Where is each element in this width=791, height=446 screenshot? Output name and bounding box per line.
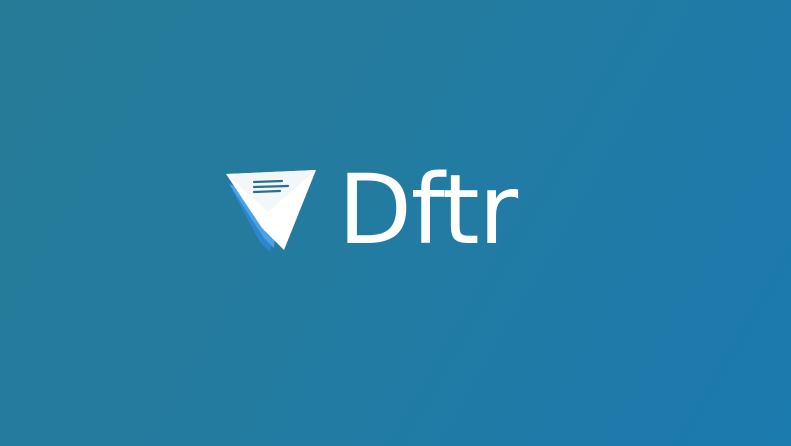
app-wordmark: Dftr — [338, 154, 518, 266]
brand-lockup: Dftr — [222, 160, 552, 260]
splash-screen: Dftr — [0, 0, 791, 446]
paper-plane-icon — [226, 170, 316, 252]
